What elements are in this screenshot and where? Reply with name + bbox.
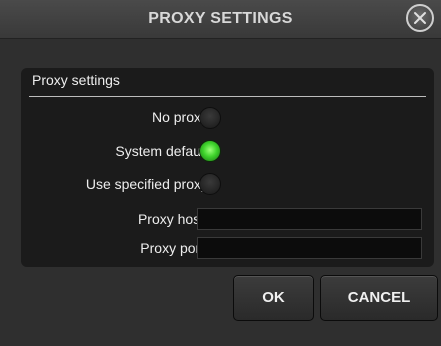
close-icon [414, 12, 426, 24]
group-divider [29, 96, 426, 97]
proxy-port-input[interactable] [197, 237, 422, 259]
use-specified-proxy-radio[interactable] [199, 173, 221, 195]
no-proxy-radio[interactable] [199, 107, 221, 129]
close-button[interactable] [406, 4, 434, 32]
title-bar: PROXY SETTINGS [0, 0, 441, 39]
proxy-host-input[interactable] [197, 208, 422, 230]
system-default-label: System default [115, 143, 208, 159]
system-default-radio[interactable] [199, 140, 221, 162]
proxy-settings-group: Proxy settings No proxy System default U… [21, 68, 434, 267]
use-specified-proxy-label: Use specified proxy [85, 176, 208, 192]
ok-button[interactable]: OK [233, 275, 314, 321]
group-title: Proxy settings [32, 72, 120, 88]
dialog-title: PROXY SETTINGS [148, 10, 293, 27]
cancel-button[interactable]: CANCEL [320, 275, 438, 321]
